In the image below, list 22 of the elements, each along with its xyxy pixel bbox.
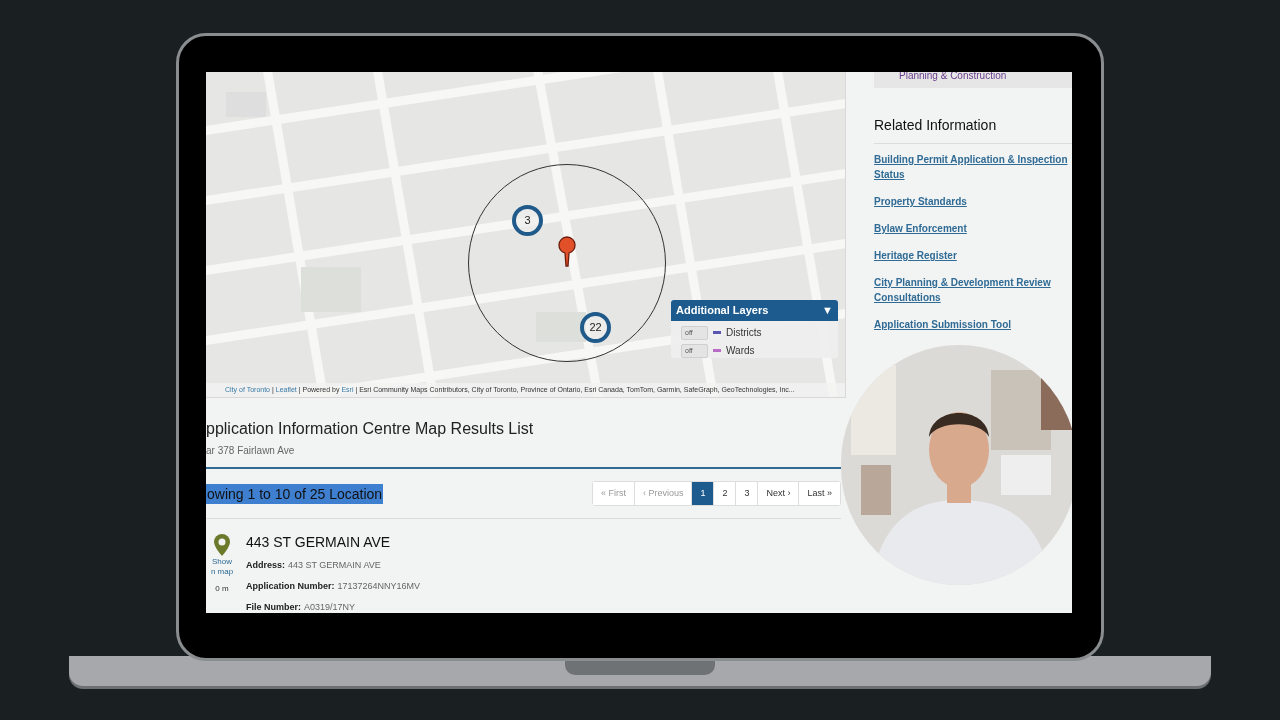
field-label: File Number: bbox=[246, 601, 301, 613]
page-button[interactable]: 1 bbox=[691, 482, 714, 505]
field-value: 17137264NNY16MV bbox=[337, 580, 421, 593]
result-title: 443 ST GERMAIN AVE bbox=[246, 533, 392, 551]
sidebar-heading: Related Information bbox=[874, 115, 1072, 144]
show-on-map-link[interactable]: Show n map bbox=[209, 557, 235, 577]
field-value: A0319/17NY bbox=[304, 601, 356, 613]
sidebar-link[interactable]: Heritage Register bbox=[874, 248, 1070, 263]
results-title: pplication Information Centre Map Results List bbox=[206, 419, 535, 439]
sidebar-link[interactable]: Building Permit Application & Inspection Status bbox=[874, 152, 1070, 182]
results-subtitle: ar 378 Fairlawn Ave bbox=[206, 444, 296, 458]
sidebar-link[interactable]: Bylaw Enforcement bbox=[874, 221, 1070, 236]
results-summary: owing 1 to 10 of 25 Location bbox=[206, 483, 384, 504]
field-value: 443 ST GERMAIN AVE bbox=[288, 559, 381, 572]
sidebar-link[interactable]: City Planning & Development Review Consultations bbox=[874, 275, 1070, 305]
sidebar-link[interactable]: Property Standards bbox=[874, 194, 1070, 209]
page-button[interactable]: Last » bbox=[798, 482, 840, 505]
sidebar-link[interactable]: Application Submission Tool bbox=[874, 317, 1070, 332]
field-label: Address: bbox=[246, 559, 285, 572]
location-pin-icon[interactable] bbox=[213, 533, 231, 557]
distance-text: 0 m bbox=[215, 583, 229, 595]
field-label: Application Number: bbox=[246, 580, 335, 593]
